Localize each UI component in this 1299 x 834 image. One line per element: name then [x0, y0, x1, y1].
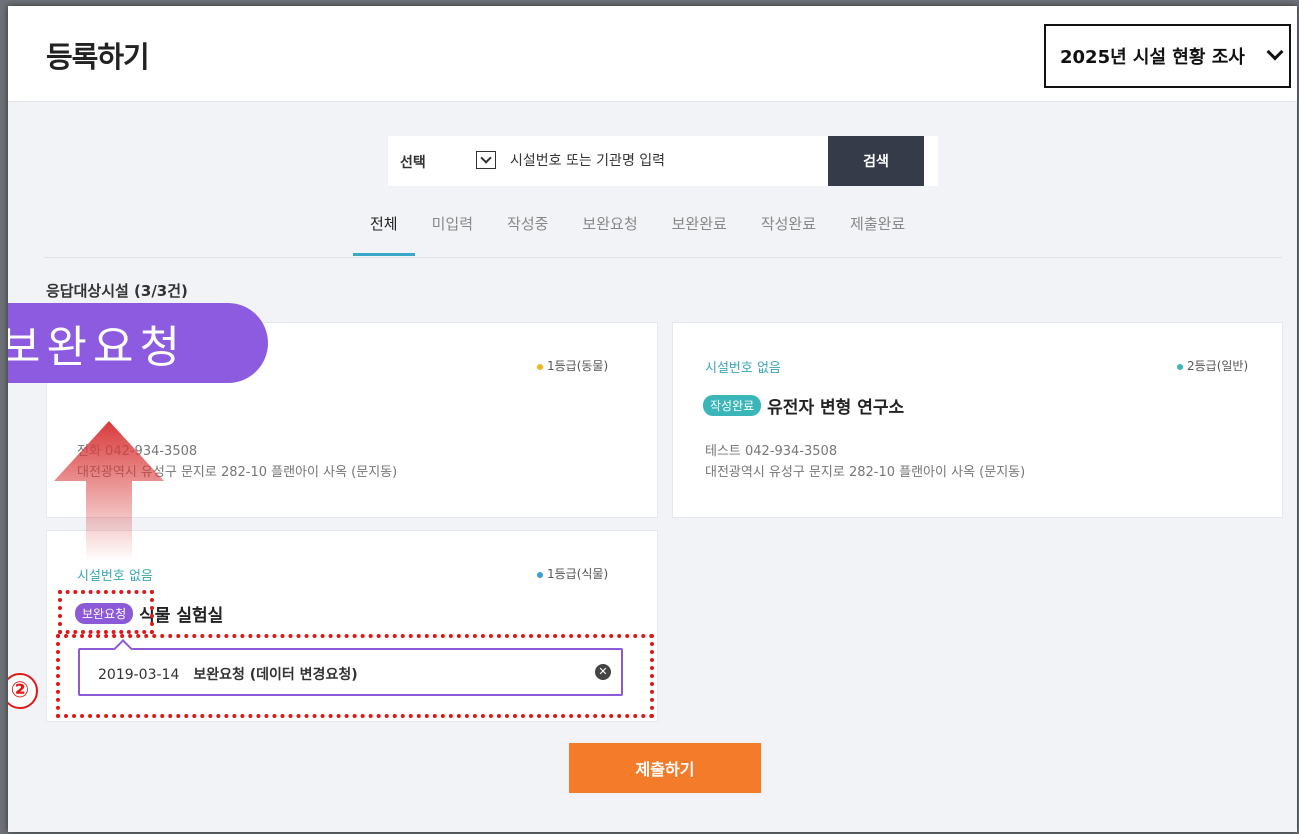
facility-name: 유전자 변형 연구소	[767, 398, 905, 418]
app-window: 등록하기 2025년 시설 현황 조사 선택 검색 전체 미입력 작성중 보완요…	[8, 6, 1297, 832]
grade-text: 1등급(동물)	[547, 359, 609, 373]
callout-label: 보완요청	[8, 303, 268, 383]
tab-not-entered[interactable]: 미입력	[415, 213, 490, 256]
grade-dot	[537, 571, 543, 578]
search-type-select[interactable]: 선택	[388, 136, 498, 186]
status-badge: 작성완료	[703, 395, 762, 416]
badge-highlight-box	[58, 590, 154, 634]
tab-revision-completed[interactable]: 보완완료	[655, 213, 744, 256]
survey-select[interactable]: 2025년 시설 현황 조사	[1044, 24, 1291, 88]
tab-all[interactable]: 전체	[353, 213, 415, 256]
search-input[interactable]	[498, 136, 828, 186]
tab-submitted[interactable]: 제출완료	[833, 213, 922, 256]
grade-label: 1등급(동물)	[537, 357, 608, 374]
status-tabs: 전체 미입력 작성중 보완요청 보완완료 작성완료 제출완료	[353, 213, 922, 256]
search-bar: 선택 검색	[388, 136, 938, 186]
survey-select-value: 2025년 시설 현황 조사	[1060, 47, 1245, 68]
page-title: 등록하기	[46, 40, 150, 74]
grade-text: 1등급(식물)	[547, 567, 609, 581]
chevron-down-icon	[1266, 43, 1284, 61]
grade-dot	[1177, 363, 1183, 370]
page-header: 등록하기 2025년 시설 현황 조사	[8, 6, 1297, 102]
tab-revision-requested[interactable]: 보완요청	[565, 213, 654, 256]
tab-divider	[44, 257, 1282, 258]
grade-dot	[537, 363, 543, 370]
search-button[interactable]: 검색	[828, 136, 924, 186]
search-type-value: 선택	[400, 155, 426, 171]
submit-button[interactable]: 제출하기	[569, 743, 761, 793]
facility-card[interactable]: 시설번호 없음 2등급(일반) 작성완료 유전자 변형 연구소 테스트 042-…	[672, 322, 1283, 518]
facility-address: 대전광역시 유성구 문지로 282-10 플랜아이 사옥 (문지동)	[705, 465, 1026, 480]
facility-contact: 테스트 042-934-3508	[705, 444, 838, 459]
step-number-badge: ②	[8, 673, 38, 709]
dropdown-arrow-icon[interactable]	[476, 151, 496, 169]
grade-text: 2등급(일반)	[1187, 359, 1249, 373]
grade-label: 2등급(일반)	[1177, 357, 1248, 374]
tab-writing-completed[interactable]: 작성완료	[744, 213, 833, 256]
facility-count-label: 응답대상시설 (3/3건)	[46, 282, 188, 300]
request-highlight-box	[56, 634, 654, 718]
grade-label: 1등급(식물)	[537, 565, 608, 582]
facility-info: 테스트 042-934-3508 대전광역시 유성구 문지로 282-10 플랜…	[705, 441, 1025, 483]
facility-number: 시설번호 없음	[77, 569, 153, 584]
facility-number: 시설번호 없음	[705, 361, 781, 376]
tab-in-progress[interactable]: 작성중	[490, 213, 565, 256]
facility-name-row[interactable]: 작성완료 유전자 변형 연구소	[703, 393, 904, 418]
up-arrow-icon	[54, 421, 164, 561]
